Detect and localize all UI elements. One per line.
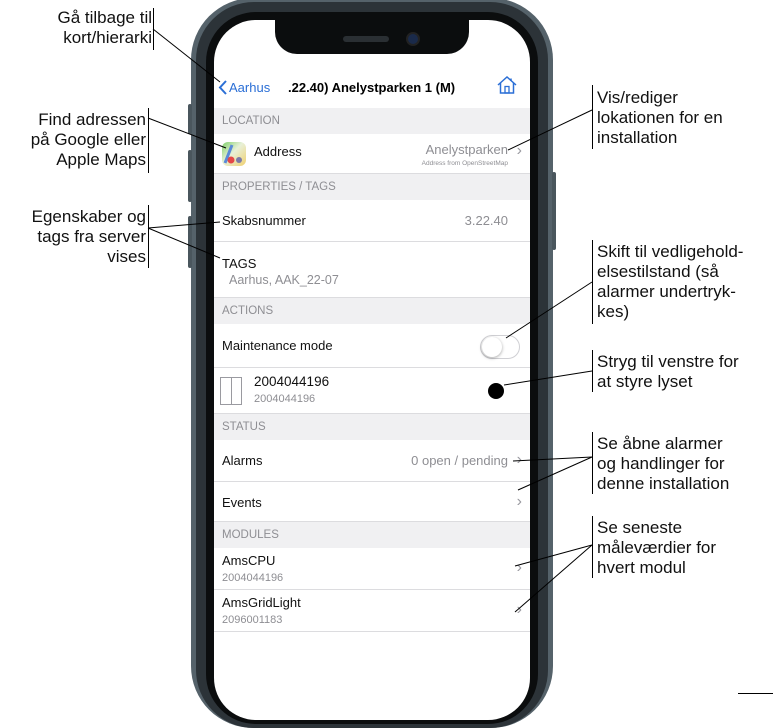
annotation-location: Vis/rediger lokationen for en installati… bbox=[597, 88, 723, 147]
section-header-location: LOCATION bbox=[214, 108, 530, 134]
annotation-maintenance: Skift til vedligehold- elsestilstand (så… bbox=[597, 242, 744, 321]
phone-side-button bbox=[188, 104, 192, 134]
camera bbox=[406, 32, 420, 46]
alarms-row[interactable]: Alarms 0 open / pending › bbox=[214, 440, 530, 482]
tags-value: Aarhus, AAK_22-07 bbox=[229, 273, 339, 287]
annotation-location-bar bbox=[592, 85, 593, 149]
chevron-left-icon bbox=[218, 80, 227, 95]
events-row[interactable]: Events › bbox=[214, 482, 530, 522]
address-value: Anelystparken bbox=[425, 142, 508, 157]
annotation-address-bar bbox=[148, 108, 149, 173]
annotation-alarms: Se åbne alarmer og handlinger for denne … bbox=[597, 434, 730, 493]
chevron-right-icon: › bbox=[516, 493, 522, 510]
light-control-row[interactable]: 2004044196 2004044196 bbox=[214, 368, 530, 414]
annotation-alarms-bar bbox=[592, 432, 593, 494]
divider-line bbox=[738, 693, 773, 694]
maintenance-mode-row: Maintenance mode bbox=[214, 324, 530, 368]
annotation-light: Stryg til venstre for at styre lyset bbox=[597, 352, 739, 391]
speaker bbox=[343, 36, 389, 42]
annotation-back-bar bbox=[153, 8, 154, 50]
section-header-modules: MODULES bbox=[214, 522, 530, 548]
chevron-right-icon: › bbox=[516, 559, 522, 576]
annotation-modules: Se seneste måleværdier for hvert modul bbox=[597, 518, 717, 577]
phone-volume-up bbox=[188, 150, 192, 202]
annotation-modules-bar bbox=[592, 516, 593, 578]
address-label: Address bbox=[254, 144, 302, 159]
cabinet-number-value: 3.22.40 bbox=[464, 213, 508, 228]
annotation-maintenance-bar bbox=[592, 240, 593, 324]
module-name: AmsCPU bbox=[222, 553, 276, 568]
page-title: .22.40) Anelystparken 1 (M) bbox=[288, 80, 456, 95]
light-id: 2004044196 bbox=[254, 374, 330, 389]
module-row[interactable]: AmsGridLight 2096001183 › bbox=[214, 590, 530, 632]
phone-screen: Aarhus .22.40) Anelystparken 1 (M) LOCAT… bbox=[214, 20, 530, 720]
module-row[interactable]: AmsCPU 2004044196 › bbox=[214, 548, 530, 590]
section-header-actions: ACTIONS bbox=[214, 298, 530, 324]
annotation-properties-bar bbox=[148, 205, 149, 268]
section-header-properties: PROPERTIES / TAGS bbox=[214, 174, 530, 200]
cabinet-number-row: Skabsnummer 3.22.40 bbox=[214, 200, 530, 242]
chevron-right-icon: › bbox=[516, 142, 522, 159]
alarms-label: Alarms bbox=[222, 453, 263, 468]
chevron-right-icon: › bbox=[516, 451, 522, 468]
swipe-indicator-dot[interactable] bbox=[488, 383, 504, 399]
navigation-bar: Aarhus .22.40) Anelystparken 1 (M) bbox=[214, 66, 530, 109]
module-name: AmsGridLight bbox=[222, 595, 301, 610]
chevron-right-icon: › bbox=[516, 601, 522, 618]
events-label: Events bbox=[222, 495, 262, 510]
back-label: Aarhus bbox=[229, 80, 271, 95]
phone-volume-down bbox=[188, 216, 192, 268]
annotation-address: Find adressen på Google eller Apple Maps bbox=[30, 110, 146, 169]
light-id-sub: 2004044196 bbox=[254, 393, 316, 405]
toggle-knob bbox=[482, 337, 502, 357]
maintenance-mode-label: Maintenance mode bbox=[222, 338, 333, 353]
home-icon[interactable] bbox=[496, 74, 518, 96]
address-row[interactable]: Address Anelystparken Address from OpenS… bbox=[214, 134, 530, 174]
alarms-value: 0 open / pending bbox=[411, 453, 508, 468]
tags-label: TAGS bbox=[222, 256, 257, 271]
notch bbox=[275, 20, 469, 54]
section-header-status: STATUS bbox=[214, 414, 530, 440]
annotation-properties: Egenskaber og tags fra server vises bbox=[31, 207, 146, 266]
phone-power-button bbox=[552, 172, 556, 250]
back-button[interactable]: Aarhus bbox=[218, 80, 270, 95]
cabinet-number-label: Skabsnummer bbox=[222, 213, 306, 228]
map-pin-icon bbox=[223, 144, 242, 164]
maps-app-icon[interactable] bbox=[222, 142, 246, 166]
cabinet-icon bbox=[220, 377, 242, 405]
maintenance-mode-toggle[interactable] bbox=[480, 335, 520, 359]
address-source: Address from OpenStreetMap bbox=[421, 160, 508, 167]
module-id: 2096001183 bbox=[222, 614, 283, 626]
module-id: 2004044196 bbox=[222, 572, 284, 584]
annotation-back: Gå tilbage til kort/hierarki bbox=[57, 8, 153, 47]
annotation-light-bar bbox=[592, 350, 593, 392]
tags-row: TAGS Aarhus, AAK_22-07 bbox=[214, 242, 530, 298]
